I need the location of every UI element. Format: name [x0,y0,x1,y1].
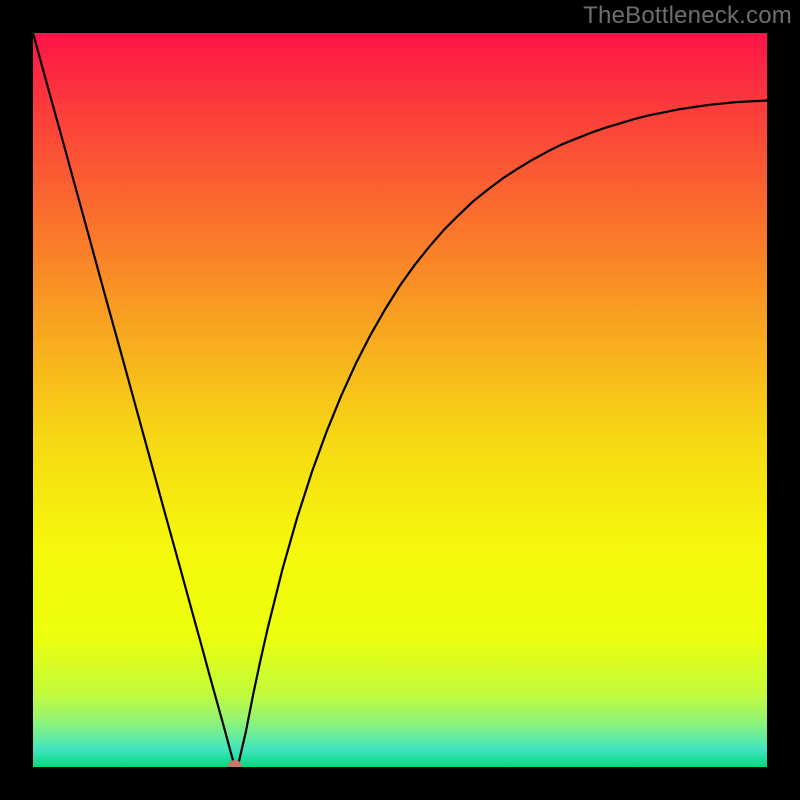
chart-frame: TheBottleneck.com [0,0,800,800]
gradient-background [33,33,767,767]
chart-plot [33,33,767,767]
watermark-text: TheBottleneck.com [583,2,792,30]
